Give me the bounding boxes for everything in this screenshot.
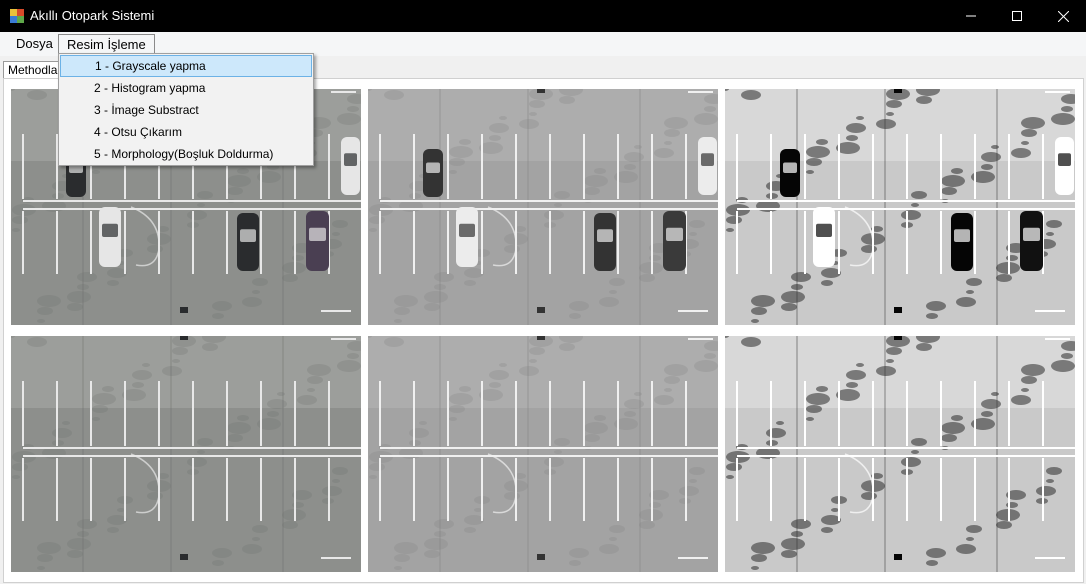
empty-lot-histogram-image [725,336,1075,572]
grayscale-image [368,89,718,325]
menu-item-grayscale[interactable]: 1 - Grayscale yapma [60,55,312,77]
title-bar: Akıllı Otopark Sistemi [0,0,1086,32]
resim-isleme-dropdown: 1 - Grayscale yapma 2 - Histogram yapma … [58,53,314,166]
empty-lot-grayscale-image-svg [368,336,718,572]
tab-methodlar[interactable]: Methodlar [3,61,67,78]
histogram-image-svg [725,89,1075,325]
minimize-icon [966,15,976,17]
app-icon [10,9,24,23]
maximize-icon [1012,11,1022,21]
menu-item-image-substract[interactable]: 3 - İmage Substract [60,99,312,121]
maximize-button[interactable] [994,0,1040,32]
close-icon [1057,10,1069,22]
menu-item-histogram[interactable]: 2 - Histogram yapma [60,77,312,99]
minimize-button[interactable] [948,0,994,32]
empty-lot-histogram-image-svg [725,336,1075,572]
empty-lot-grayscale-image [368,336,718,572]
menu-item-morphology[interactable]: 5 - Morphology(Boşluk Doldurma) [60,143,312,165]
empty-lot-original-image [11,336,361,572]
grayscale-image-svg [368,89,718,325]
histogram-image [725,89,1075,325]
empty-lot-original-image-svg [11,336,361,572]
menu-dosya[interactable]: Dosya [8,34,61,54]
menu-item-otsu[interactable]: 4 - Otsu Çıkarım [60,121,312,143]
window-title: Akıllı Otopark Sistemi [30,8,155,23]
close-button[interactable] [1040,0,1086,32]
